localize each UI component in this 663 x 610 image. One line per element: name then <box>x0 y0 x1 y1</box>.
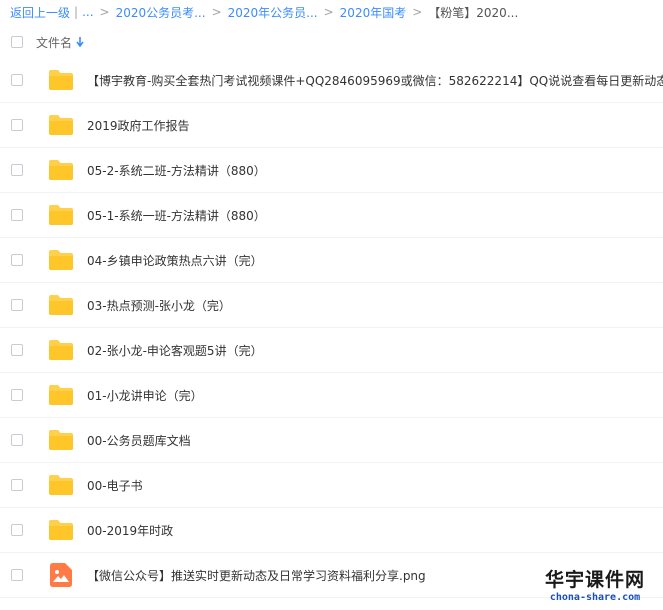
folder-icon[interactable] <box>48 249 74 271</box>
file-row[interactable]: 00-公务员题库文档 <box>0 418 663 463</box>
row-checkbox[interactable] <box>11 569 23 581</box>
folder-icon[interactable] <box>48 429 74 451</box>
file-row[interactable]: 00-2019年时政 <box>0 508 663 553</box>
folder-icon[interactable] <box>48 114 74 136</box>
file-row[interactable]: 05-1-系统一班-方法精讲（880） <box>0 193 663 238</box>
file-row[interactable]: 2019政府工作报告 <box>0 103 663 148</box>
file-row[interactable]: 04-乡镇申论政策热点六讲（完） <box>0 238 663 283</box>
file-name[interactable]: 01-小龙讲申论（完） <box>87 387 203 404</box>
row-checkbox[interactable] <box>11 479 23 491</box>
folder-icon[interactable] <box>48 159 74 181</box>
watermark: 华宇课件网 chona-share.com <box>535 570 655 606</box>
breadcrumb: 返回上一级 | ... > 2020公务员考... > 2020年公务员... … <box>0 0 663 24</box>
row-checkbox[interactable] <box>11 119 23 131</box>
row-checkbox[interactable] <box>11 254 23 266</box>
breadcrumb-separator: > <box>211 5 222 19</box>
file-name[interactable]: 03-热点预测-张小龙（完） <box>87 297 231 314</box>
breadcrumb-separator: > <box>323 5 334 19</box>
file-row[interactable]: 02-张小龙-申论客观题5讲（完） <box>0 328 663 373</box>
row-checkbox[interactable] <box>11 209 23 221</box>
file-name[interactable]: 【微信公众号】推送实时更新动态及日常学习资料福利分享.png <box>87 567 426 584</box>
file-list-header: 文件名 <box>0 28 663 56</box>
breadcrumb-ellipsis[interactable]: ... <box>82 5 93 19</box>
folder-icon[interactable] <box>48 339 74 361</box>
file-row[interactable]: 00-电子书 <box>0 463 663 508</box>
breadcrumb-item[interactable]: 2020公务员考... <box>116 4 206 21</box>
folder-icon[interactable] <box>48 294 74 316</box>
file-list: 【博宇教育-购买全套热门考试视频课件+QQ2846095969或微信：58262… <box>0 58 663 598</box>
file-name[interactable]: 05-1-系统一班-方法精讲（880） <box>87 207 266 224</box>
folder-icon[interactable] <box>48 519 74 541</box>
row-checkbox[interactable] <box>11 434 23 446</box>
row-checkbox[interactable] <box>11 74 23 86</box>
folder-icon[interactable] <box>48 69 74 91</box>
breadcrumb-separator: > <box>99 5 110 19</box>
file-name[interactable]: 00-电子书 <box>87 477 143 494</box>
row-checkbox[interactable] <box>11 524 23 536</box>
breadcrumb-item[interactable]: 2020年国考 <box>340 4 407 21</box>
watermark-subtitle: chona-share.com <box>549 592 641 603</box>
row-checkbox[interactable] <box>11 344 23 356</box>
file-name[interactable]: 02-张小龙-申论客观题5讲（完） <box>87 342 263 359</box>
folder-icon[interactable] <box>48 474 74 496</box>
column-header-filename[interactable]: 文件名 <box>36 34 72 51</box>
file-name[interactable]: 05-2-系统二班-方法精讲（880） <box>87 162 266 179</box>
arrow-down-icon[interactable] <box>76 37 84 47</box>
file-row[interactable]: 01-小龙讲申论（完） <box>0 373 663 418</box>
row-checkbox[interactable] <box>11 299 23 311</box>
row-checkbox[interactable] <box>11 389 23 401</box>
file-name[interactable]: 【博宇教育-购买全套热门考试视频课件+QQ2846095969或微信：58262… <box>87 72 663 89</box>
folder-icon[interactable] <box>48 384 74 406</box>
file-row[interactable]: 【博宇教育-购买全套热门考试视频课件+QQ2846095969或微信：58262… <box>0 58 663 103</box>
back-link[interactable]: 返回上一级 <box>10 4 70 21</box>
watermark-title: 华宇课件网 <box>544 569 645 591</box>
file-name[interactable]: 00-2019年时政 <box>87 522 173 539</box>
breadcrumb-current: 【粉笔】2020... <box>428 5 519 20</box>
image-file-icon[interactable] <box>48 563 74 587</box>
file-name[interactable]: 04-乡镇申论政策热点六讲（完） <box>87 252 263 269</box>
folder-icon[interactable] <box>48 204 74 226</box>
breadcrumb-item[interactable]: 2020年公务员... <box>228 4 318 21</box>
row-checkbox[interactable] <box>11 164 23 176</box>
select-all-checkbox[interactable] <box>11 36 23 48</box>
file-row[interactable]: 05-2-系统二班-方法精讲（880） <box>0 148 663 193</box>
file-row[interactable]: 03-热点预测-张小龙（完） <box>0 283 663 328</box>
breadcrumb-separator: > <box>412 5 423 19</box>
file-name[interactable]: 00-公务员题库文档 <box>87 432 191 449</box>
file-name[interactable]: 2019政府工作报告 <box>87 117 190 134</box>
breadcrumb-divider: | <box>74 5 79 19</box>
